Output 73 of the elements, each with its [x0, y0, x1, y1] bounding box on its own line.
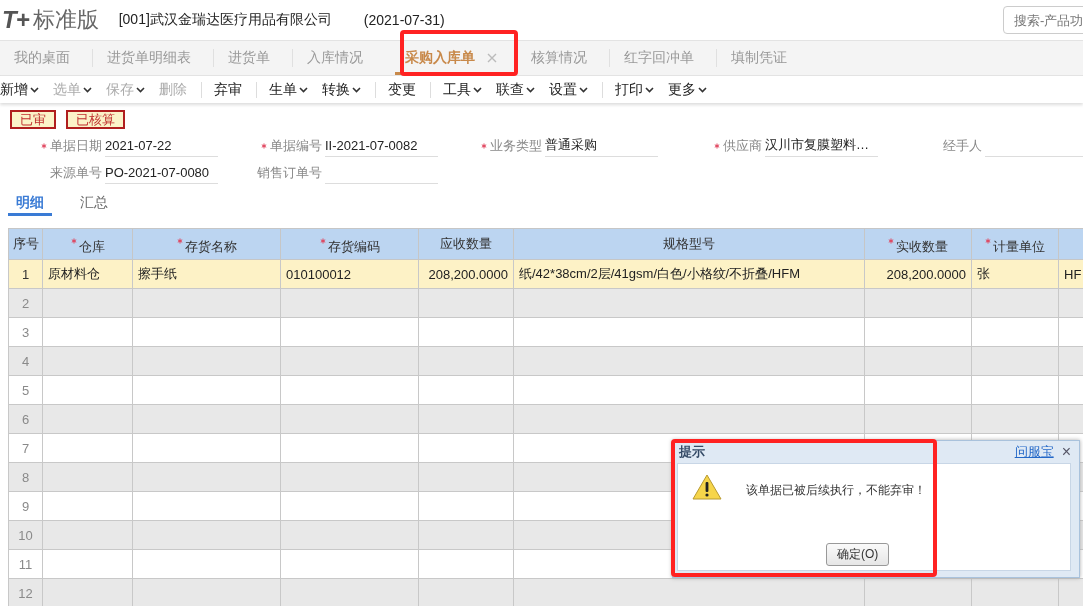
chevron-down-icon [698, 86, 707, 93]
logo-mark: T+ [2, 6, 29, 34]
column-header: 存货名称 [184, 238, 237, 256]
row-number: 1 [8, 259, 43, 289]
chevron-down-icon [83, 86, 92, 93]
ok-button[interactable]: 确定(O) [826, 543, 890, 566]
table-cell: 010100012 [280, 259, 419, 289]
toolbar-button[interactable]: 更多 [668, 80, 721, 99]
column-header: 应收数量 [440, 235, 492, 253]
row-number: 10 [8, 520, 43, 550]
row-number: 5 [8, 375, 43, 405]
dialog-title: 提示 [679, 443, 705, 461]
warning-icon [692, 474, 722, 500]
chevron-down-icon [136, 86, 145, 93]
toolbar-button[interactable]: 联查 [496, 80, 549, 99]
input-field[interactable]: 普通采购 [545, 134, 658, 157]
row-number: 7 [8, 433, 43, 463]
column-header: 序号 [12, 235, 39, 253]
chevron-down-icon [526, 86, 535, 93]
chevron-down-icon [645, 86, 654, 93]
toolbar-button[interactable]: 生单 [269, 80, 322, 99]
row-number: 6 [8, 404, 43, 434]
input-field[interactable]: II-2021-07-0082 [325, 134, 438, 157]
field-label: 供应商 [723, 136, 762, 155]
row-number: 9 [8, 491, 43, 521]
row-number: 8 [8, 462, 43, 492]
row-number: 12 [8, 578, 43, 606]
chevron-down-icon [473, 86, 482, 93]
close-tab-icon[interactable] [487, 53, 497, 63]
status-badge: 已审 [10, 110, 56, 129]
detail-tab[interactable]: 汇总 [72, 192, 116, 216]
chevron-down-icon [352, 86, 361, 93]
toolbar-button[interactable]: 打印 [615, 80, 668, 99]
field-label: 来源单号 [50, 163, 102, 182]
chevron-down-icon [30, 86, 39, 93]
search-field[interactable]: 搜索-产品功 [1003, 6, 1083, 34]
input-field[interactable]: 2021-07-22 [105, 134, 218, 157]
company-name: [001]武汉金瑞达医疗用品有限公司 [118, 11, 332, 29]
table-cell: 纸/42*38cm/2层/41gsm/白色/小格纹/不折叠/HFM [513, 259, 865, 289]
table-cell: 原材料仓 [42, 259, 133, 289]
session-date: (2021-07-31) [363, 12, 445, 28]
column-header: 规格型号 [663, 235, 715, 253]
input-field[interactable]: PO-2021-07-0080 [105, 161, 218, 184]
toolbar-button[interactable]: 新增 [0, 80, 53, 99]
table-cell: 208,200.0000 [418, 259, 514, 289]
row-number: 4 [8, 346, 43, 376]
detail-tab[interactable]: 明细 [8, 192, 52, 216]
product-name: 标准版 [32, 6, 99, 34]
chevron-down-icon [299, 86, 308, 93]
row-number: 11 [8, 549, 43, 579]
table-cell: 208,200.0000 [864, 259, 972, 289]
field-label: 销售订单号 [257, 163, 322, 182]
field-label: 经手人 [943, 136, 982, 155]
column-header: 存货编码 [327, 238, 380, 256]
table-cell: 擦手纸 [132, 259, 281, 289]
field-label: 单据日期 [50, 136, 102, 155]
chevron-down-icon [579, 86, 588, 93]
column-header: 实收数量 [896, 238, 948, 256]
column-header: 仓库 [78, 238, 105, 256]
input-field[interactable]: 汉川市复膜塑料… [765, 134, 878, 157]
toolbar-button[interactable]: 弃审 [214, 80, 256, 99]
toolbar-button[interactable]: 设置 [549, 80, 602, 99]
field-label: 业务类型 [490, 136, 542, 155]
row-number: 3 [8, 317, 43, 347]
field-label: 单据编号 [270, 136, 322, 155]
dialog-message: 该单据已被后续执行，不能弃审！ [746, 482, 926, 499]
column-header: 计量单位 [993, 238, 1045, 256]
status-badge: 已核算 [66, 110, 125, 129]
toolbar-button[interactable]: 工具 [443, 80, 496, 99]
toolbar-button[interactable]: 转换 [322, 80, 375, 99]
toolbar-button[interactable]: 变更 [388, 80, 430, 99]
row-number: 2 [8, 288, 43, 318]
table-cell: 张 [971, 259, 1059, 289]
